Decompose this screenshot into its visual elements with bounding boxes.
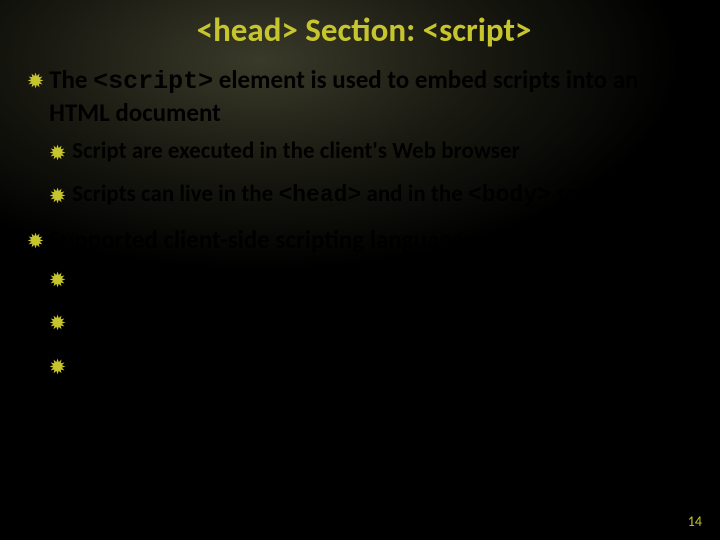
text-span: Scripts can live in the (72, 180, 278, 208)
asterisk-icon: ✹ (28, 70, 43, 93)
page-number: 14 (688, 513, 702, 530)
sunburst-icon: ✹ (50, 269, 65, 292)
sunburst-icon: ✹ (50, 185, 65, 208)
bullet-text: Java. Script (it is not Java!) (72, 264, 323, 293)
bullet-level2: ✹ Script are executed in the client's Web… (50, 137, 700, 166)
sunburst-icon: ✹ (50, 312, 65, 335)
bullet-level2: ✹ JScript (50, 351, 700, 380)
bullet-level1: ✹ The <script> element is used to embed s… (28, 64, 700, 129)
text-span: sections (551, 180, 634, 208)
bullet-text: VBScript (72, 307, 153, 336)
bullet-level1: ✹ Supported client-side scripting languag… (28, 224, 700, 255)
text-span: and in the (361, 180, 468, 208)
code-span: <script> (93, 67, 213, 96)
bullet-text: Scripts can live in the <head> and in th… (72, 180, 634, 210)
slide: <head> Section: <script> ✹ The <script> e… (0, 0, 720, 540)
sunburst-icon: ✹ (50, 142, 65, 165)
code-span: <body> (468, 182, 551, 208)
text-span: VBScript (72, 307, 153, 335)
bullet-text: The <script> element is used to embed sc… (49, 64, 700, 129)
bullet-text: Supported client-side scripting language… (49, 224, 480, 255)
text-span: The (49, 64, 93, 95)
slide-body: ✹ The <script> element is used to embed s… (28, 64, 700, 380)
asterisk-icon: ✹ (28, 230, 43, 253)
bullet-level2: ✹ Scripts can live in the <head> and in t… (50, 180, 700, 210)
text-span: JScript (72, 351, 134, 379)
text-span: Supported client-side scripting language… (49, 224, 480, 255)
bullet-level2: ✹ Java. Script (it is not Java!) (50, 264, 700, 293)
slide-title: <head> Section: <script> (28, 10, 700, 50)
sunburst-icon: ✹ (50, 356, 65, 379)
bullet-text: JScript (72, 351, 134, 380)
bullet-level2: ✹ VBScript (50, 307, 700, 336)
text-span: Script are executed in the client's Web … (72, 137, 520, 165)
bullet-text: Script are executed in the client's Web … (72, 137, 520, 166)
text-span: Java. Script (it is not Java!) (72, 264, 323, 292)
code-span: <head> (278, 182, 361, 208)
